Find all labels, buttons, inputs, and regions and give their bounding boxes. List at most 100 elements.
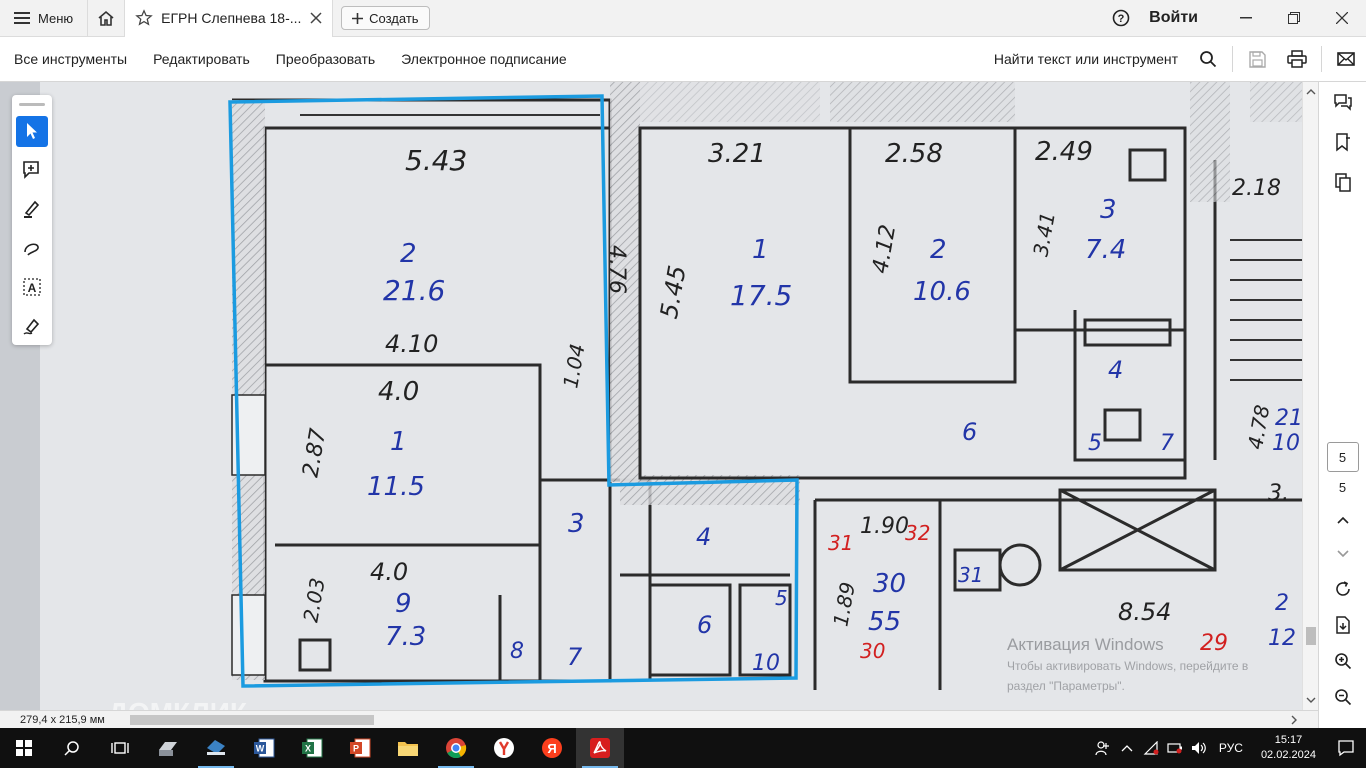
restore-icon: [1288, 12, 1300, 24]
scroll-down-icon[interactable]: [1303, 694, 1319, 706]
menu-convert[interactable]: Преобразовать: [262, 51, 387, 67]
scroll-right-icon[interactable]: [1288, 714, 1300, 726]
red-label-29: 29: [1200, 631, 1228, 656]
highlight-tool[interactable]: [16, 194, 48, 225]
bookmarks-button[interactable]: [1319, 122, 1366, 162]
taskbar-chrome[interactable]: [432, 728, 480, 768]
volume-tray[interactable]: [1187, 728, 1211, 768]
people-icon: [1095, 741, 1109, 756]
zoom-in-button[interactable]: [1319, 643, 1366, 679]
taskbar-acrobat[interactable]: [576, 728, 624, 768]
horizontal-scroll-thumb[interactable]: [130, 715, 374, 725]
quick-tools-panel: A: [12, 95, 52, 345]
document-viewport[interactable]: 5.43 4.76 2 21.6 4.10 1.04 4.0 2.87 1 11…: [0, 82, 1302, 710]
taskbar-yandex-browser[interactable]: [480, 728, 528, 768]
document-tab[interactable]: ЕГРН Слепнева 18-...: [125, 0, 334, 37]
minimize-button[interactable]: [1222, 0, 1270, 37]
create-button[interactable]: Создать: [341, 6, 430, 30]
help-button[interactable]: ?: [1101, 9, 1141, 27]
show-hidden-icons[interactable]: [1115, 728, 1139, 768]
help-icon: ?: [1112, 9, 1130, 27]
zoom-out-icon: [1334, 689, 1351, 706]
status-bar: 279,4 x 215,9 мм: [0, 710, 1318, 728]
restore-button[interactable]: [1270, 0, 1318, 37]
folder-icon: [398, 742, 418, 756]
select-tool[interactable]: [16, 115, 48, 147]
right-room-3-area: 7.4: [1085, 235, 1126, 265]
next-page-button[interactable]: [1319, 537, 1366, 571]
horizontal-scrollbar[interactable]: [130, 714, 1302, 726]
taskbar-yandex[interactable]: Я: [528, 728, 576, 768]
drag-handle[interactable]: [19, 103, 45, 106]
action-center-button[interactable]: [1326, 728, 1366, 768]
battery-tray[interactable]: [1163, 728, 1187, 768]
chevron-up-icon: [1121, 745, 1133, 752]
current-page-input[interactable]: 5: [1326, 442, 1359, 472]
left-label-5: 5: [775, 586, 788, 610]
right-room-30-area: 55: [868, 607, 901, 637]
svg-text:Я: Я: [547, 741, 556, 756]
activation-line2: раздел "Параметры".: [1007, 679, 1125, 693]
taskbar-scan-app[interactable]: [192, 728, 240, 768]
page-extract-icon: [1335, 616, 1350, 634]
start-button[interactable]: [0, 728, 48, 768]
search-button[interactable]: [1188, 37, 1228, 82]
menu-e-sign[interactable]: Электронное подписание: [387, 51, 579, 67]
close-tab-icon[interactable]: [310, 12, 322, 24]
red-label-32: 32: [905, 521, 930, 545]
taskbar-scanner-app[interactable]: [144, 728, 192, 768]
email-button[interactable]: [1326, 37, 1366, 82]
zoom-out-button[interactable]: [1319, 679, 1366, 715]
extract-page-button[interactable]: [1319, 607, 1366, 643]
vertical-scrollbar[interactable]: [1302, 82, 1318, 710]
network-tray[interactable]: [1139, 728, 1163, 768]
taskbar-word[interactable]: W: [240, 728, 288, 768]
taskbar-search-button[interactable]: [48, 728, 96, 768]
close-window-button[interactable]: [1318, 0, 1366, 37]
language-indicator[interactable]: РУС: [1211, 741, 1251, 755]
plus-icon: [352, 12, 364, 24]
task-view-button[interactable]: [96, 728, 144, 768]
find-tool-link[interactable]: Найти текст или инструмент: [994, 51, 1188, 67]
home-button[interactable]: [87, 0, 126, 37]
star-icon[interactable]: [135, 9, 153, 27]
left-label-10: 10: [752, 651, 780, 676]
menubar-separator: [1321, 46, 1322, 72]
add-comment-tool[interactable]: [16, 155, 48, 186]
copy-pages-icon: [1334, 173, 1351, 192]
taskbar-excel[interactable]: X: [288, 728, 336, 768]
menu-edit[interactable]: Редактировать: [139, 51, 262, 67]
svg-text:?: ?: [1118, 13, 1125, 25]
menu-button[interactable]: Меню: [0, 0, 87, 37]
menu-all-tools[interactable]: Все инструменты: [0, 51, 139, 67]
rotate-icon: [1335, 581, 1350, 596]
save-button[interactable]: [1237, 37, 1277, 82]
chrome-icon: [446, 738, 467, 759]
clock[interactable]: 15:17 02.02.2024: [1251, 733, 1326, 763]
comments-icon: [1333, 94, 1352, 111]
scroll-up-icon[interactable]: [1303, 86, 1319, 98]
sign-tool[interactable]: [16, 310, 48, 341]
freehand-icon: [24, 243, 39, 256]
taskbar-file-explorer[interactable]: [384, 728, 432, 768]
yandex-browser-icon: [494, 738, 514, 758]
signin-button[interactable]: Войти: [1141, 9, 1222, 27]
people-tray[interactable]: [1091, 728, 1115, 768]
previous-page-button[interactable]: [1319, 503, 1366, 537]
taskbar-powerpoint[interactable]: P: [336, 728, 384, 768]
print-button[interactable]: [1277, 37, 1317, 82]
word-icon: W: [254, 738, 275, 758]
hamburger-icon: [14, 12, 30, 24]
vertical-scroll-thumb[interactable]: [1306, 627, 1316, 645]
pages-thumbnails-button[interactable]: [1319, 162, 1366, 202]
text-recognition-tool[interactable]: A: [16, 271, 48, 302]
comments-panel-button[interactable]: [1319, 82, 1366, 122]
rotate-button[interactable]: [1319, 571, 1366, 607]
mail-icon: [1337, 52, 1355, 66]
svg-text:A: A: [28, 281, 37, 295]
chevron-up-icon: [1336, 516, 1349, 524]
system-tray: РУС 15:17 02.02.2024: [1091, 728, 1366, 768]
right-dim-3: 2.49: [1035, 137, 1093, 167]
draw-tool[interactable]: [16, 232, 48, 263]
svg-text:X: X: [305, 744, 311, 754]
